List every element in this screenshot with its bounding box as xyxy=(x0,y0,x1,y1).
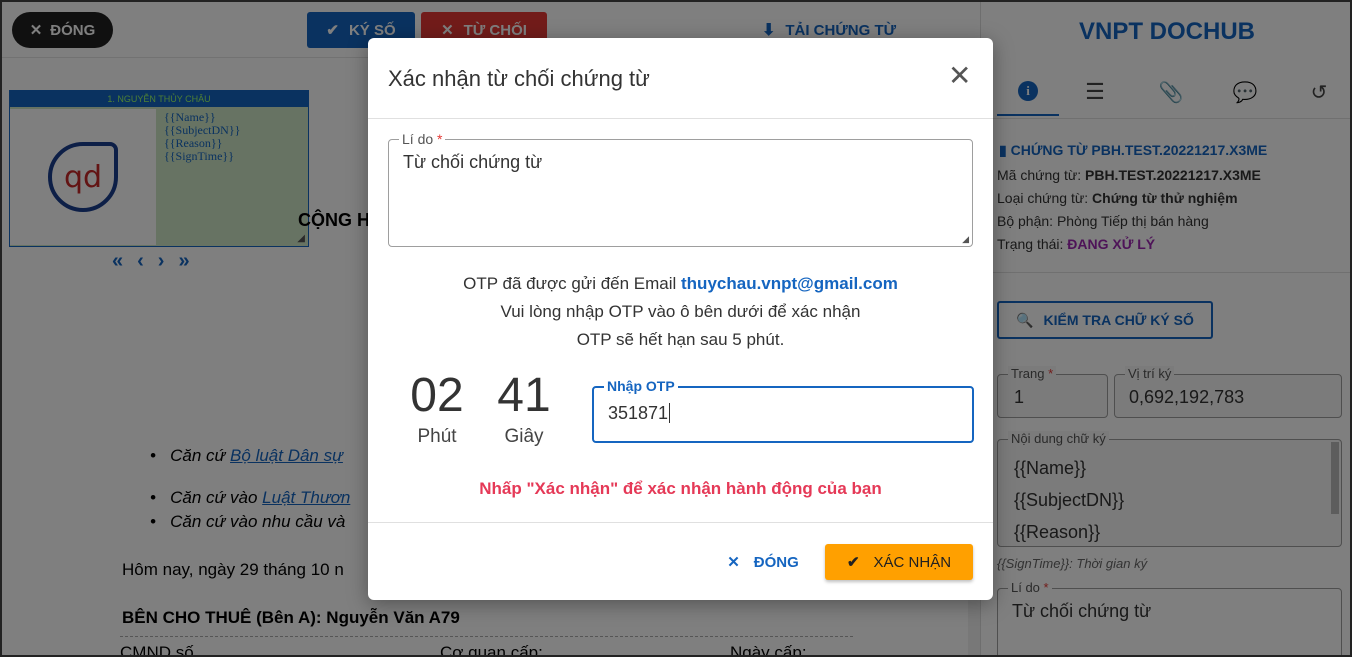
otp-input[interactable]: Nhập OTP 351871 xyxy=(592,378,974,443)
confirm-hint: Nhấp "Xác nhận" để xác nhận hành động củ… xyxy=(479,479,882,498)
dialog-header-divider xyxy=(368,118,993,119)
app-root: ✕ ĐÓNG ✔ KÝ SỐ ✕ TỪ CHỐI ⬇ TẢI CHỨNG TỪ … xyxy=(0,0,1352,657)
close-icon: ✕ xyxy=(727,554,740,571)
otp-info: OTP đã được gửi đến Email thuychau.vnpt@… xyxy=(463,274,898,349)
reason-field[interactable]: Lí do * Từ chối chứng từ ◢ xyxy=(388,131,973,247)
confirm-button[interactable]: ✔ XÁC NHẬN xyxy=(825,544,973,580)
timer-minutes: 02 Phút xyxy=(410,369,464,447)
dialog-title: Xác nhận từ chối chứng từ xyxy=(388,66,650,91)
check-icon: ✔ xyxy=(846,554,860,571)
otp-email: thuychau.vnpt@gmail.com xyxy=(681,274,898,293)
dialog-footer-divider xyxy=(368,522,993,523)
timer-seconds: 41 Giây xyxy=(497,369,551,447)
dialog-close-button[interactable]: ✕ ĐÓNG xyxy=(713,544,813,580)
close-icon[interactable]: ✕ xyxy=(948,60,971,92)
reject-confirm-dialog: Xác nhận từ chối chứng từ ✕ Lí do * Từ c… xyxy=(368,38,993,600)
resize-handle-icon[interactable]: ◢ xyxy=(962,234,969,245)
